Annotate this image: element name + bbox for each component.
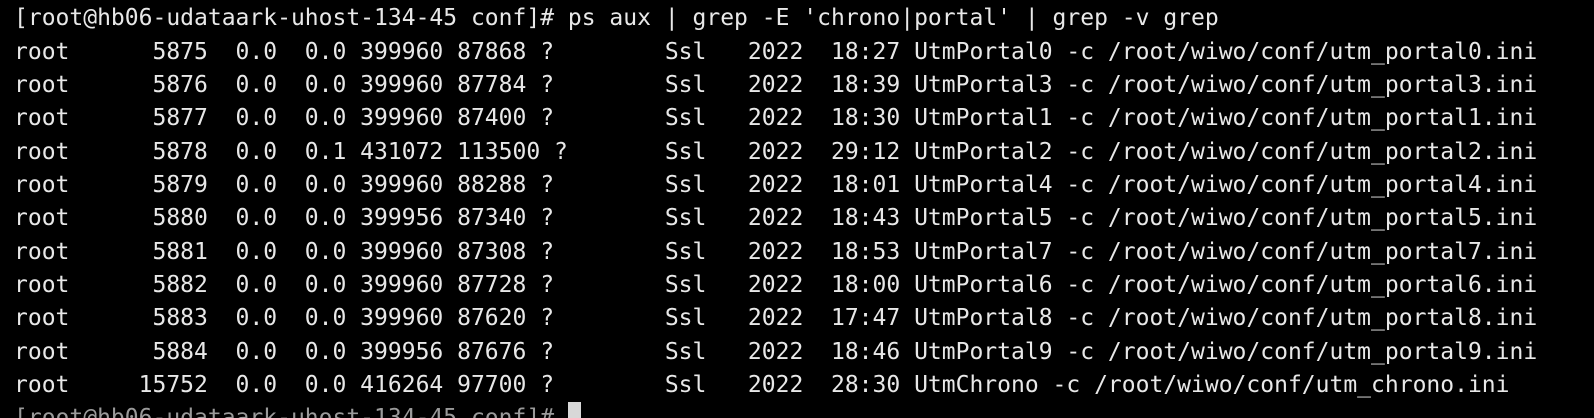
process-row: root 5881 0.0 0.0 399960 87308 ? Ssl 202…: [14, 239, 1538, 265]
process-row: root 5880 0.0 0.0 399956 87340 ? Ssl 202…: [14, 205, 1538, 231]
command-line: [root@hb06-udataark-uhost-134-45 conf]# …: [14, 5, 1219, 31]
process-row: root 5882 0.0 0.0 399960 87728 ? Ssl 202…: [14, 272, 1538, 298]
process-row: root 5875 0.0 0.0 399960 87868 ? Ssl 202…: [14, 39, 1538, 65]
process-row: root 5883 0.0 0.0 399960 87620 ? Ssl 202…: [14, 305, 1538, 331]
text-cursor: [567, 402, 581, 418]
process-row: root 5877 0.0 0.0 399960 87400 ? Ssl 202…: [14, 105, 1538, 131]
process-row: root 5876 0.0 0.0 399960 87784 ? Ssl 202…: [14, 72, 1538, 98]
process-row: root 5878 0.0 0.1 431072 113500 ? Ssl 20…: [14, 139, 1538, 165]
prompt-text: [root@hb06-udataark-uhost-134-45 conf]#: [14, 405, 568, 418]
process-row: root 5879 0.0 0.0 399960 88288 ? Ssl 202…: [14, 172, 1538, 198]
terminal-window[interactable]: [root@hb06-udataark-uhost-134-45 conf]# …: [0, 0, 1594, 418]
prompt-row[interactable]: [root@hb06-udataark-uhost-134-45 conf]#: [14, 402, 581, 418]
process-row: root 5884 0.0 0.0 399956 87676 ? Ssl 202…: [14, 339, 1538, 365]
process-row: root 15752 0.0 0.0 416264 97700 ? Ssl 20…: [14, 372, 1510, 398]
